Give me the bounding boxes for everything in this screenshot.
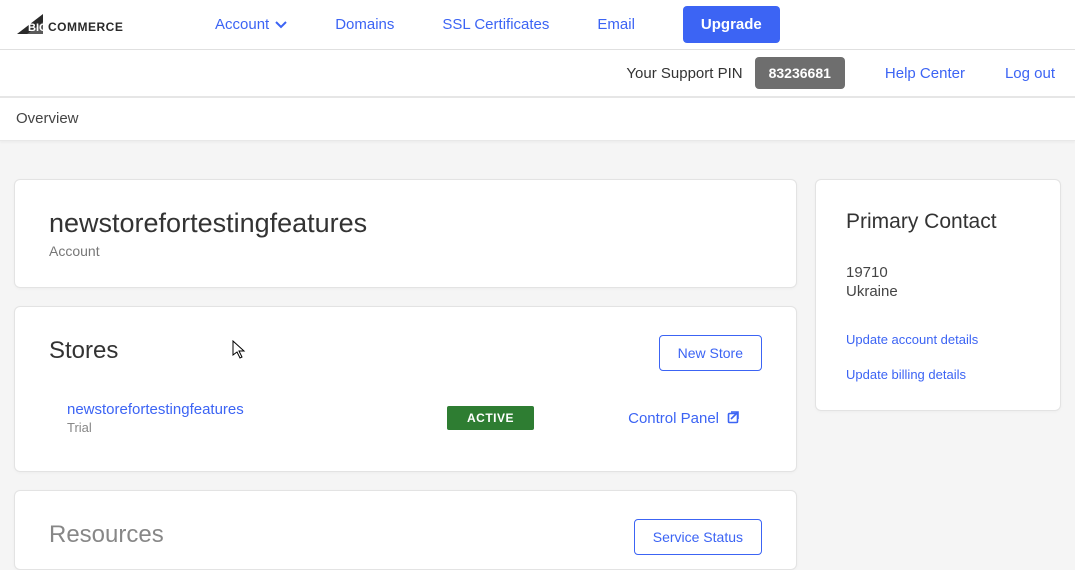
- support-pin-group: Your Support PIN 83236681: [626, 57, 844, 89]
- page-content: newstorefortestingfeatures Account Store…: [0, 141, 1075, 570]
- update-account-link[interactable]: Update account details: [846, 332, 1030, 347]
- account-card: newstorefortestingfeatures Account: [14, 179, 797, 288]
- store-plan-label: Trial: [67, 420, 447, 435]
- bigcommerce-logo[interactable]: BIG COMMERCE: [15, 12, 155, 38]
- secondary-nav: Your Support PIN 83236681 Help Center Lo…: [0, 50, 1075, 98]
- store-action-col: Control Panel: [628, 409, 762, 428]
- contact-zip: 19710: [846, 264, 1030, 281]
- status-badge: ACTIVE: [447, 406, 534, 430]
- store-name-link[interactable]: newstorefortestingfeatures: [67, 401, 447, 418]
- stores-card: Stores New Store newstorefortestingfeatu…: [14, 306, 797, 472]
- help-center-link[interactable]: Help Center: [885, 65, 965, 82]
- update-billing-link[interactable]: Update billing details: [846, 367, 1030, 382]
- main-column: newstorefortestingfeatures Account Store…: [14, 179, 797, 570]
- support-pin-label: Your Support PIN: [626, 65, 742, 82]
- logout-link[interactable]: Log out: [1005, 65, 1055, 82]
- control-panel-link[interactable]: Control Panel: [628, 409, 742, 428]
- control-panel-label: Control Panel: [628, 410, 719, 427]
- service-status-button[interactable]: Service Status: [634, 519, 762, 555]
- svg-text:COMMERCE: COMMERCE: [48, 20, 123, 34]
- external-link-icon: [727, 409, 742, 428]
- svg-text:BIG: BIG: [28, 22, 48, 34]
- account-title: newstorefortestingfeatures: [49, 208, 762, 239]
- support-pin-badge: 83236681: [755, 57, 845, 89]
- primary-nav: Account Domains SSL Certificates Email U…: [215, 6, 780, 43]
- primary-contact-card: Primary Contact 19710 Ukraine Update acc…: [815, 179, 1061, 411]
- new-store-button[interactable]: New Store: [659, 335, 762, 371]
- stores-header: Stores New Store: [49, 335, 762, 371]
- store-name-block: newstorefortestingfeatures Trial: [67, 401, 447, 435]
- side-column: Primary Contact 19710 Ukraine Update acc…: [815, 179, 1061, 570]
- resources-heading: Resources: [49, 521, 164, 549]
- stores-heading: Stores: [49, 337, 118, 365]
- primary-contact-heading: Primary Contact: [846, 210, 1030, 234]
- resources-header: Resources Service Status: [49, 519, 762, 555]
- nav-email[interactable]: Email: [597, 16, 635, 33]
- upgrade-button[interactable]: Upgrade: [683, 6, 780, 43]
- nav-account-label: Account: [215, 16, 269, 33]
- store-status-col: ACTIVE: [447, 409, 534, 427]
- breadcrumb-overview[interactable]: Overview: [16, 110, 79, 127]
- store-row: newstorefortestingfeatures Trial ACTIVE …: [49, 399, 762, 443]
- resources-card: Resources Service Status: [14, 490, 797, 570]
- nav-domains[interactable]: Domains: [335, 16, 394, 33]
- nav-account[interactable]: Account: [215, 16, 287, 33]
- breadcrumb-bar: Overview: [0, 98, 1075, 141]
- account-subtitle: Account: [49, 243, 762, 259]
- contact-country: Ukraine: [846, 283, 1030, 300]
- top-nav: BIG COMMERCE Account Domains SSL Certifi…: [0, 0, 1075, 50]
- nav-ssl[interactable]: SSL Certificates: [442, 16, 549, 33]
- chevron-down-icon: [275, 16, 287, 33]
